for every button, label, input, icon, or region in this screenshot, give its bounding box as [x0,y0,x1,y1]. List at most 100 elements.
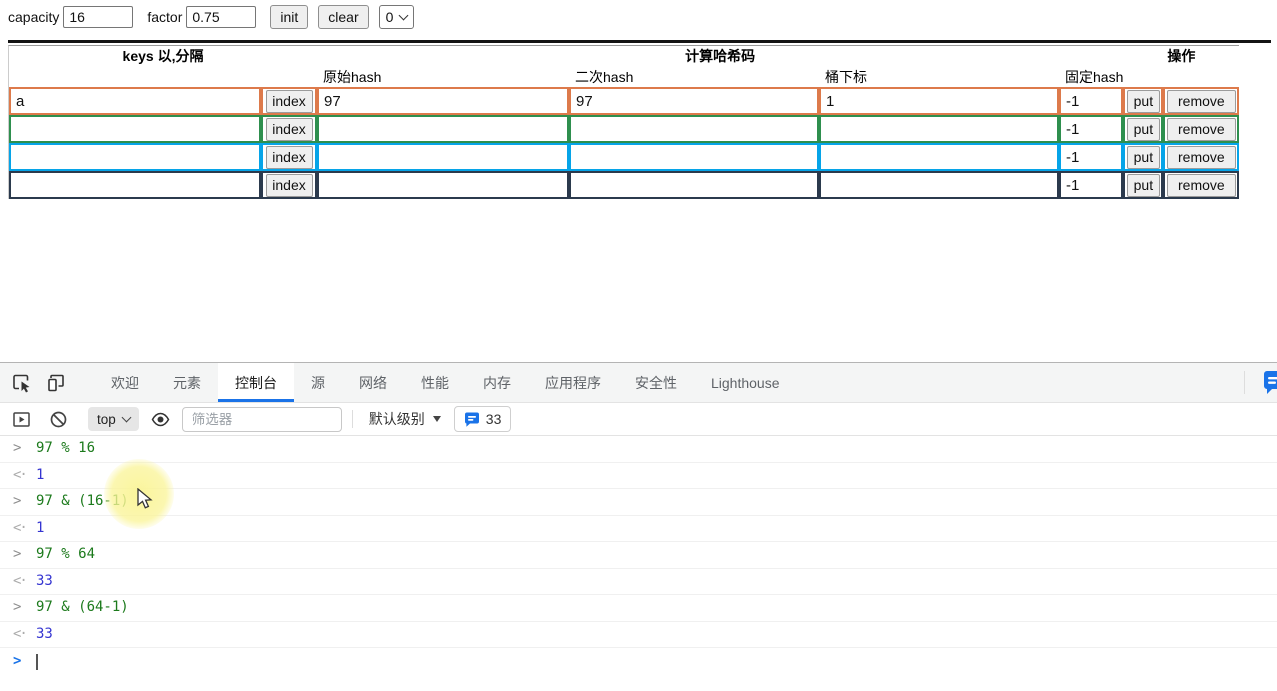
factor-input[interactable] [186,6,257,28]
fixed-hash-input[interactable] [1061,145,1122,169]
key-input[interactable] [11,145,259,169]
index-button[interactable]: index [265,145,313,169]
console-command: >97 % 16 [0,436,1277,463]
keys-group-header: keys 以,分隔 [122,48,204,64]
tab-console[interactable]: 控制台 [218,363,294,402]
bucket-index-input[interactable] [821,117,1057,141]
clear-button[interactable]: clear [318,5,369,29]
original-hash-input[interactable] [319,145,567,169]
command-chevron-icon: > [13,440,22,456]
devtools-tabs: 欢迎 元素 控制台 源 网络 性能 内存 应用程序 安全性 Lighthouse [94,363,797,402]
fixed-hash-input[interactable] [1061,173,1122,197]
clear-console-icon[interactable] [49,410,68,429]
tab-elements[interactable]: 元素 [156,363,218,402]
bucket-header: 桶下标 [825,68,867,85]
feedback-bubble-icon[interactable] [1262,371,1277,395]
result-arrow-icon: <· [13,572,28,589]
tab-lighthouse[interactable]: Lighthouse [694,363,797,402]
put-button[interactable]: put [1126,173,1160,197]
bucket-index-input[interactable] [821,89,1057,113]
console-command: >97 & (64-1) [0,595,1277,622]
console-command: >97 % 64 [0,542,1277,569]
hash2-header: 二次hash [575,68,634,85]
original-hash-input[interactable] [319,117,567,141]
put-button[interactable]: put [1126,89,1160,113]
secondary-hash-input[interactable] [571,89,817,113]
remove-button[interactable]: remove [1166,145,1236,169]
put-button[interactable]: put [1126,117,1160,141]
log-level-label: 默认级别 [368,411,425,427]
chevron-down-icon [121,412,132,422]
eye-icon[interactable] [151,410,170,429]
tab-security[interactable]: 安全性 [618,363,694,402]
table-row: index put remove [9,171,1240,199]
console-command: >97 & (16-1) [0,489,1277,516]
secondary-hash-input[interactable] [571,173,817,197]
tab-sources[interactable]: 源 [294,363,342,402]
table-row: index put remove [9,143,1240,171]
tab-performance[interactable]: 性能 [404,363,466,402]
console-prompt[interactable]: > [0,648,1277,678]
control-bar: capacity factor init clear 0 [0,0,1277,34]
key-input[interactable] [11,89,259,113]
key-input[interactable] [11,173,259,197]
capacity-label: capacity [8,9,60,25]
devtools-tab-bar: 欢迎 元素 控制台 源 网络 性能 内存 应用程序 安全性 Lighthouse [0,363,1277,403]
console-result: <· 33 [0,569,1277,595]
original-hash-input[interactable] [319,173,567,197]
index-button[interactable]: index [265,89,313,113]
console-sidebar-icon[interactable] [12,410,31,429]
result-arrow-icon: <· [13,519,28,536]
init-button[interactable]: init [270,5,309,29]
tab-application[interactable]: 应用程序 [528,363,618,402]
remove-button[interactable]: remove [1166,117,1236,141]
factor-label: factor [147,9,183,25]
tab-memory[interactable]: 内存 [466,363,528,402]
put-button[interactable]: put [1126,145,1160,169]
fixed-hash-input[interactable] [1061,89,1122,113]
bucket-index-input[interactable] [821,145,1057,169]
original-hash-input[interactable] [319,89,567,113]
command-chevron-icon: > [13,493,22,509]
context-selector[interactable]: top [88,407,139,431]
capacity-input[interactable] [63,6,134,28]
tab-network[interactable]: 网络 [342,363,404,402]
issues-count: 33 [485,411,502,427]
result-arrow-icon: <· [13,625,28,642]
table-sub-header-row: 原始hash 二次hash 桶下标 固定hash [9,66,1239,87]
fixed-hash-input[interactable] [1061,117,1122,141]
ops-group-header: 操作 [1167,48,1196,64]
screen: { "form": { "capacity_label": "capacity"… [0,0,1277,691]
device-toolbar-icon[interactable] [46,373,66,393]
bucket-select-value: 0 [385,9,394,25]
inspect-icon[interactable] [12,373,32,393]
tab-welcome[interactable]: 欢迎 [94,363,156,402]
hash-table: keys 以,分隔 计算哈希码 操作 原始hash 二次hash 桶下标 固定h… [8,45,1240,199]
chevron-down-icon [432,416,441,422]
tabbar-divider [1244,371,1245,394]
table-row: index put remove [9,115,1240,143]
console-filter-input[interactable] [181,406,342,432]
hash1-header: 原始hash [323,68,382,85]
table-top-rule [8,40,1271,43]
console-result: <· 33 [0,622,1277,648]
index-button[interactable]: index [265,173,313,197]
index-button[interactable]: index [265,117,313,141]
chevron-down-icon [398,10,409,20]
issues-counter[interactable]: 33 [453,406,512,432]
command-chevron-icon: > [13,546,22,562]
secondary-hash-input[interactable] [571,117,817,141]
console-result: <· 1 [0,463,1277,489]
command-chevron-icon: > [13,599,22,615]
table-row: index put remove [9,87,1240,115]
secondary-hash-input[interactable] [571,145,817,169]
text-caret [36,654,38,670]
bucket-select[interactable]: 0 [378,5,415,29]
remove-button[interactable]: remove [1166,89,1236,113]
key-input[interactable] [11,117,259,141]
remove-button[interactable]: remove [1166,173,1236,197]
devtools-panel: 欢迎 元素 控制台 源 网络 性能 内存 应用程序 安全性 Lighthouse [0,362,1277,691]
log-level-selector[interactable]: 默认级别 [369,409,441,429]
bucket-index-input[interactable] [821,173,1057,197]
console-toolbar: top 默认级别 33 [0,403,1277,436]
